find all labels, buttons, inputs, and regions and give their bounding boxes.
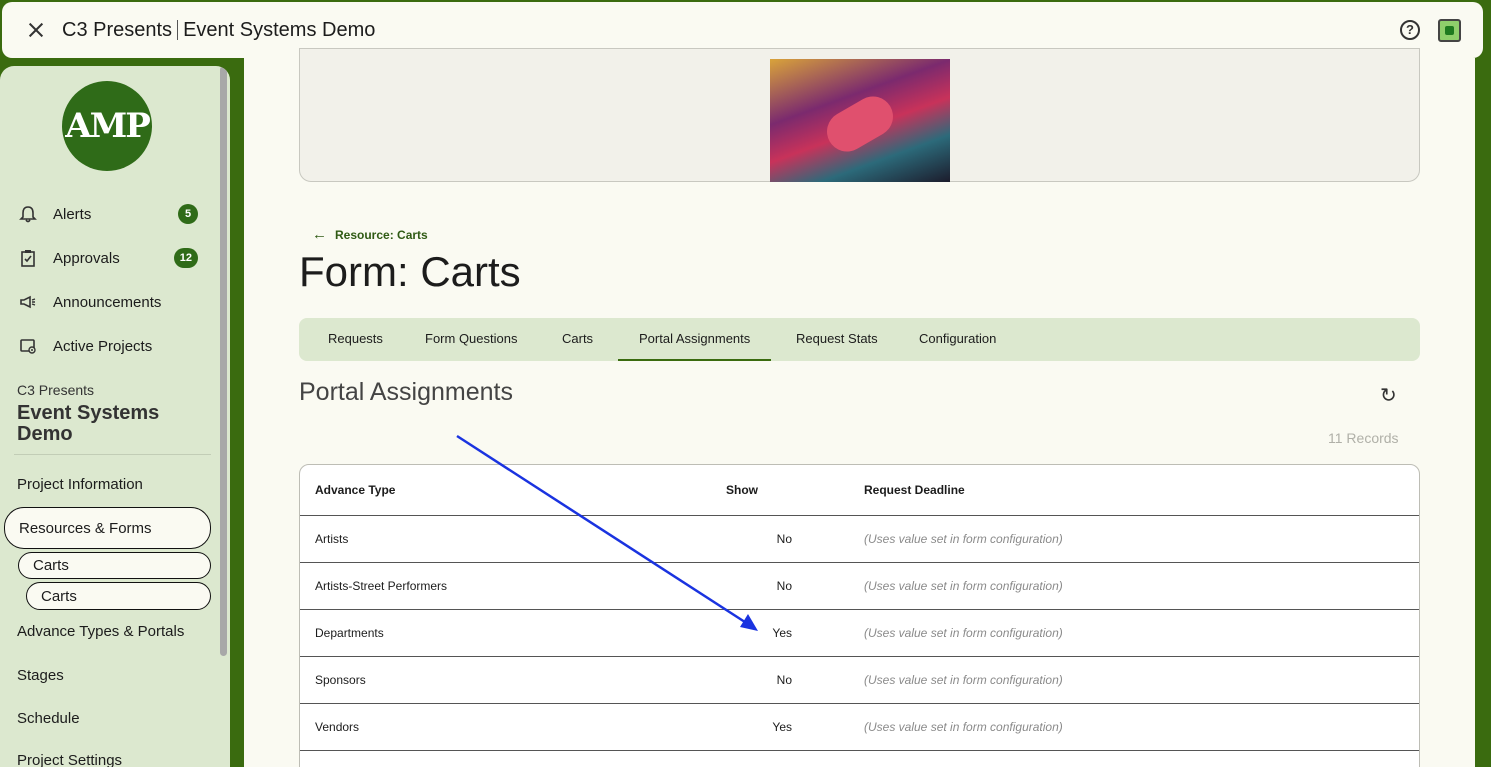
page-title: Form: Carts bbox=[299, 248, 521, 295]
tab-configuration[interactable]: Configuration bbox=[919, 318, 996, 361]
project-org: C3 Presents bbox=[17, 382, 95, 398]
cell-show[interactable]: No bbox=[762, 532, 792, 546]
header-advance-type[interactable]: Advance Type bbox=[315, 483, 395, 497]
cell-advance-type: Sponsors bbox=[315, 673, 366, 687]
cell-advance-type: Artists-Street Performers bbox=[315, 579, 448, 593]
cell-deadline[interactable]: (Uses value set in form configuration) bbox=[864, 626, 1063, 640]
sidebar-link-stages[interactable]: Stages bbox=[17, 667, 64, 684]
sidebar-item-alerts[interactable]: Alerts 5 bbox=[18, 199, 198, 229]
section-title: Portal Assignments bbox=[299, 378, 513, 406]
arrow-left-icon: ← bbox=[312, 226, 327, 243]
banner-image bbox=[770, 59, 950, 182]
cell-advance-type: Vendors bbox=[315, 720, 360, 734]
help-icon[interactable]: ? bbox=[1400, 20, 1420, 40]
sidebar-link-carts-sub[interactable]: Carts bbox=[26, 582, 211, 610]
refresh-icon[interactable]: ↻ bbox=[1380, 383, 1397, 408]
megaphone-icon bbox=[18, 292, 38, 312]
main-content: ← Resource: Carts Form: Carts Requests F… bbox=[244, 48, 1475, 767]
sidebar-link-resources-forms[interactable]: Resources & Forms bbox=[4, 507, 211, 549]
cell-deadline[interactable]: (Uses value set in form configuration) bbox=[864, 720, 1063, 734]
tab-requests[interactable]: Requests bbox=[328, 318, 383, 361]
close-icon[interactable] bbox=[24, 18, 48, 42]
folder-view-icon bbox=[18, 336, 38, 356]
table-header: Advance Type Show Request Deadline bbox=[300, 465, 1419, 516]
sidebar-link-carts[interactable]: Carts bbox=[18, 552, 211, 579]
cell-deadline[interactable]: (Uses value set in form configuration) bbox=[864, 532, 1063, 546]
records-count: 11 Records bbox=[1328, 430, 1399, 446]
tab-portal-assignments[interactable]: Portal Assignments bbox=[618, 318, 772, 361]
table-row[interactable]: Sponsors No (Uses value set in form conf… bbox=[300, 657, 1419, 704]
sidebar-scrollbar[interactable] bbox=[220, 66, 227, 656]
sidebar-item-approvals[interactable]: Approvals 12 bbox=[18, 243, 198, 273]
portal-assignments-table: Advance Type Show Request Deadline Artis… bbox=[299, 464, 1420, 767]
sidebar-item-label: Alerts bbox=[53, 205, 92, 223]
title-separator bbox=[177, 20, 179, 40]
sidebar-link-project-information[interactable]: Project Information bbox=[17, 476, 143, 493]
cell-show[interactable]: Yes bbox=[762, 626, 792, 640]
sidebar-item-label: Approvals bbox=[53, 249, 120, 267]
cell-advance-type: Departments bbox=[315, 626, 384, 640]
sidebar-item-label: Announcements bbox=[53, 293, 162, 311]
sidebar-item-announcements[interactable]: Announcements bbox=[18, 287, 198, 317]
sidebar-link-advance-types[interactable]: Advance Types & Portals bbox=[17, 623, 184, 640]
cell-advance-type: Artists bbox=[315, 532, 349, 546]
title-project: Event Systems Demo bbox=[183, 18, 376, 41]
sidebar-item-label: Active Projects bbox=[53, 337, 153, 355]
window-title: C3 Presents Event Systems Demo bbox=[62, 19, 375, 42]
table-row[interactable]: Departments Yes (Uses value set in form … bbox=[300, 610, 1419, 657]
table-row[interactable]: Artists-Street Performers No (Uses value… bbox=[300, 563, 1419, 610]
guitar-illustration bbox=[819, 89, 901, 159]
table-row[interactable]: Vendors Yes (Uses value set in form conf… bbox=[300, 704, 1419, 751]
header-request-deadline[interactable]: Request Deadline bbox=[864, 483, 965, 497]
tab-request-stats[interactable]: Request Stats bbox=[796, 318, 878, 361]
avatar[interactable] bbox=[1438, 19, 1461, 42]
tab-bar: Requests Form Questions Carts Portal Ass… bbox=[299, 318, 1420, 361]
bell-icon bbox=[18, 204, 38, 224]
back-link[interactable]: ← Resource: Carts bbox=[312, 226, 428, 243]
clipboard-check-icon bbox=[18, 248, 38, 268]
sidebar-link-schedule[interactable]: Schedule bbox=[17, 710, 80, 727]
sidebar-link-project-settings[interactable]: Project Settings bbox=[17, 752, 122, 767]
cell-deadline[interactable]: (Uses value set in form configuration) bbox=[864, 673, 1063, 687]
alerts-badge: 5 bbox=[178, 204, 198, 224]
cell-show[interactable]: Yes bbox=[762, 720, 792, 734]
tab-carts[interactable]: Carts bbox=[562, 318, 593, 361]
cell-deadline[interactable]: (Uses value set in form configuration) bbox=[864, 579, 1063, 593]
amp-logo: AMP bbox=[62, 81, 152, 171]
sidebar-item-active-projects[interactable]: Active Projects bbox=[18, 331, 198, 361]
project-name: Event Systems Demo bbox=[17, 402, 160, 445]
form-banner bbox=[299, 48, 1420, 182]
header-show[interactable]: Show bbox=[726, 483, 758, 497]
tab-form-questions[interactable]: Form Questions bbox=[425, 318, 517, 361]
back-link-label: Resource: Carts bbox=[335, 227, 428, 242]
sidebar-divider bbox=[14, 454, 211, 455]
table-row[interactable]: Artists No (Uses value set in form confi… bbox=[300, 516, 1419, 563]
approvals-badge: 12 bbox=[173, 248, 198, 268]
cell-show[interactable]: No bbox=[762, 673, 792, 687]
title-org: C3 Presents bbox=[62, 18, 173, 41]
cell-show[interactable]: No bbox=[762, 579, 792, 593]
sidebar: AMP Alerts 5 Approvals 12 Announcements … bbox=[0, 66, 230, 767]
